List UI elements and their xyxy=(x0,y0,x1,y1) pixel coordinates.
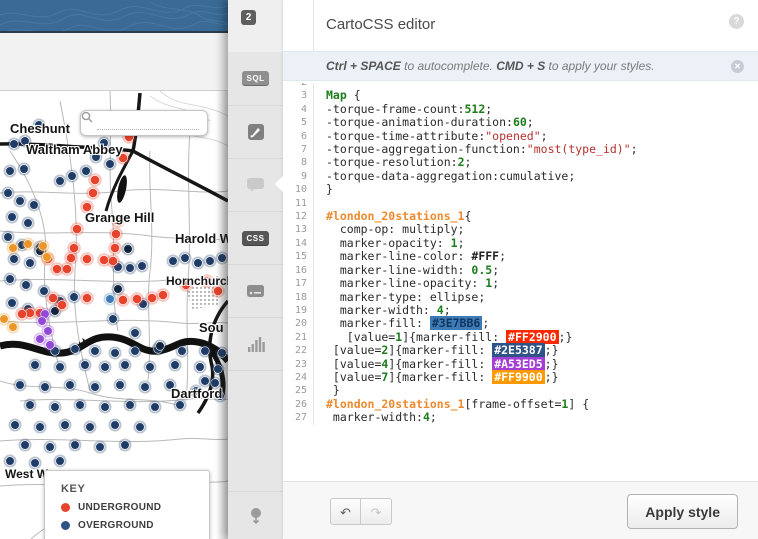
code-line[interactable]: 20 marker-fill: #3E7BB6; xyxy=(283,317,758,330)
legend-dot-icon xyxy=(61,503,70,512)
apply-style-button[interactable]: Apply style xyxy=(627,494,738,529)
code-line[interactable]: 5-torque-animation-duration:60; xyxy=(283,116,758,129)
sidebar-item-wizard[interactable] xyxy=(228,106,283,159)
contour-pattern xyxy=(0,0,228,31)
sidebar-item-css[interactable]: CSS xyxy=(228,212,283,265)
code-line[interactable]: 18 marker-type: ellipse; xyxy=(283,291,758,304)
color-chip: #FF9900 xyxy=(492,370,544,384)
legend-label: UNDERGROUND xyxy=(78,502,161,513)
sidebar-item-filters[interactable] xyxy=(228,318,283,371)
sidebar-item-sql[interactable]: SQL xyxy=(228,52,283,106)
map-search-box[interactable] xyxy=(80,110,208,136)
color-chip: #FF2900 xyxy=(506,330,558,344)
hint-close-icon[interactable]: ✕ xyxy=(731,60,744,73)
app-window: ✈ CheshuntWaltham AbbeyGrange HillHarold… xyxy=(0,0,758,539)
code-line[interactable]: 24 [value=7]{marker-fill: #FF9900;} xyxy=(283,371,758,384)
histogram-icon xyxy=(247,336,265,352)
code-line[interactable]: 17 marker-line-opacity: 1; xyxy=(283,277,758,290)
help-icon[interactable]: ? xyxy=(729,14,744,29)
legend-items: UNDERGROUNDOVERGROUNDDOCKLANDS LIGHT RAI… xyxy=(61,502,209,539)
editor-header: CartoCSS editor ? xyxy=(283,0,758,51)
css-icon: CSS xyxy=(242,231,270,246)
map-header-band xyxy=(0,0,228,33)
marker-drop-icon xyxy=(248,507,264,525)
active-tab-pointer xyxy=(275,176,283,192)
code-line[interactable]: 25 } xyxy=(283,384,758,397)
redo-button[interactable]: ↷ xyxy=(361,498,392,525)
code-line[interactable]: 14 marker-opacity: 1; xyxy=(283,237,758,250)
legend-item: UNDERGROUND xyxy=(61,502,209,513)
map-place-label: West W xyxy=(5,467,48,481)
code-line[interactable]: 22 [value=2]{marker-fill: #2E5387;} xyxy=(283,344,758,357)
code-editor[interactable]: 23Map {4-torque-frame-count:512;5-torque… xyxy=(283,83,758,482)
panel-shadow-overlay xyxy=(216,91,228,539)
sql-icon: SQL xyxy=(242,71,270,86)
code-line[interactable]: 19 marker-width: 4; xyxy=(283,304,758,317)
sidebar-item-georeference[interactable] xyxy=(228,491,283,539)
map[interactable]: ✈ CheshuntWaltham AbbeyGrange HillHarold… xyxy=(0,90,228,539)
code-line[interactable]: 6-torque-time-attribute:"opened"; xyxy=(283,130,758,143)
code-line[interactable]: 3Map { xyxy=(283,89,758,102)
code-line[interactable]: 27 marker-width:4; xyxy=(283,411,758,424)
code-line[interactable]: 10} xyxy=(283,183,758,196)
code-line[interactable]: 16 marker-line-width: 0.5; xyxy=(283,264,758,277)
color-chip: #3E7BB6 xyxy=(430,316,482,330)
shortcut-hint-bar: Ctrl + SPACE to autocomplete. CMD + S to… xyxy=(283,51,758,81)
code-line[interactable]: 11 xyxy=(283,197,758,210)
map-legend: KEY UNDERGROUNDOVERGROUNDDOCKLANDS LIGHT… xyxy=(44,470,210,539)
code-line[interactable]: 21 [value=1]{marker-fill: #FF2900;} xyxy=(283,331,758,344)
code-line[interactable]: 4-torque-frame-count:512; xyxy=(283,103,758,116)
wizard-brush-icon xyxy=(247,123,265,141)
layer-number-badge: 2 xyxy=(241,10,256,25)
color-chip: #A53ED5 xyxy=(492,357,544,371)
code-line[interactable]: 26#london_20stations_1[frame-offset=1] { xyxy=(283,398,758,411)
editor-title: CartoCSS editor xyxy=(326,16,435,33)
search-icon xyxy=(81,111,93,123)
map-place-label: Grange Hill xyxy=(85,210,154,225)
map-search-input[interactable] xyxy=(97,116,199,130)
code-line[interactable]: 15 marker-line-color: #FFF; xyxy=(283,250,758,263)
legend-dot-icon xyxy=(61,521,70,530)
hint-text-1: to autocomplete. xyxy=(401,59,496,73)
hint-shortcut-2: CMD + S xyxy=(496,59,545,73)
sidebar-item-legend[interactable] xyxy=(228,265,283,318)
hint-text-2: to apply your styles. xyxy=(545,59,654,73)
legend-item: OVERGROUND xyxy=(61,520,209,531)
carto-css-editor: CartoCSS editor ? Ctrl + SPACE to autoco… xyxy=(283,0,758,539)
undo-button[interactable]: ↶ xyxy=(330,498,361,525)
color-chip: #2E5387 xyxy=(492,343,544,357)
module-sidebar: SQL CSS xyxy=(228,52,283,539)
map-place-label: Waltham Abbey xyxy=(26,142,123,157)
code-line[interactable]: 13 comp-op: multiply; xyxy=(283,223,758,236)
map-panel: ✈ CheshuntWaltham AbbeyGrange HillHarold… xyxy=(0,0,228,539)
undo-redo-group: ↶ ↷ xyxy=(330,498,392,525)
layer-panel: 2 london 20stations 1 view of london_20s… xyxy=(228,0,758,539)
legend-panel-icon xyxy=(246,284,265,298)
page-background-strip xyxy=(0,33,228,90)
code-line[interactable]: 12#london_20stations_1{ xyxy=(283,210,758,223)
map-place-label: Dartford xyxy=(171,386,222,401)
legend-label: OVERGROUND xyxy=(78,520,154,531)
editor-bottom-bar: ↶ ↷ Apply style xyxy=(283,481,758,539)
map-place-label: Cheshunt xyxy=(10,121,70,136)
speech-bubble-icon xyxy=(246,177,265,193)
code-line[interactable]: 7-torque-aggregation-function:"most(type… xyxy=(283,143,758,156)
code-line[interactable]: 23 [value=4]{marker-fill: #A53ED5;} xyxy=(283,358,758,371)
code-line[interactable]: 9-torque-data-aggregation:cumulative; xyxy=(283,170,758,183)
hint-shortcut-1: Ctrl + SPACE xyxy=(326,59,401,73)
legend-title: KEY xyxy=(61,483,209,495)
gutter-divider xyxy=(313,0,314,51)
code-line[interactable]: 8-torque-resolution:2; xyxy=(283,156,758,169)
